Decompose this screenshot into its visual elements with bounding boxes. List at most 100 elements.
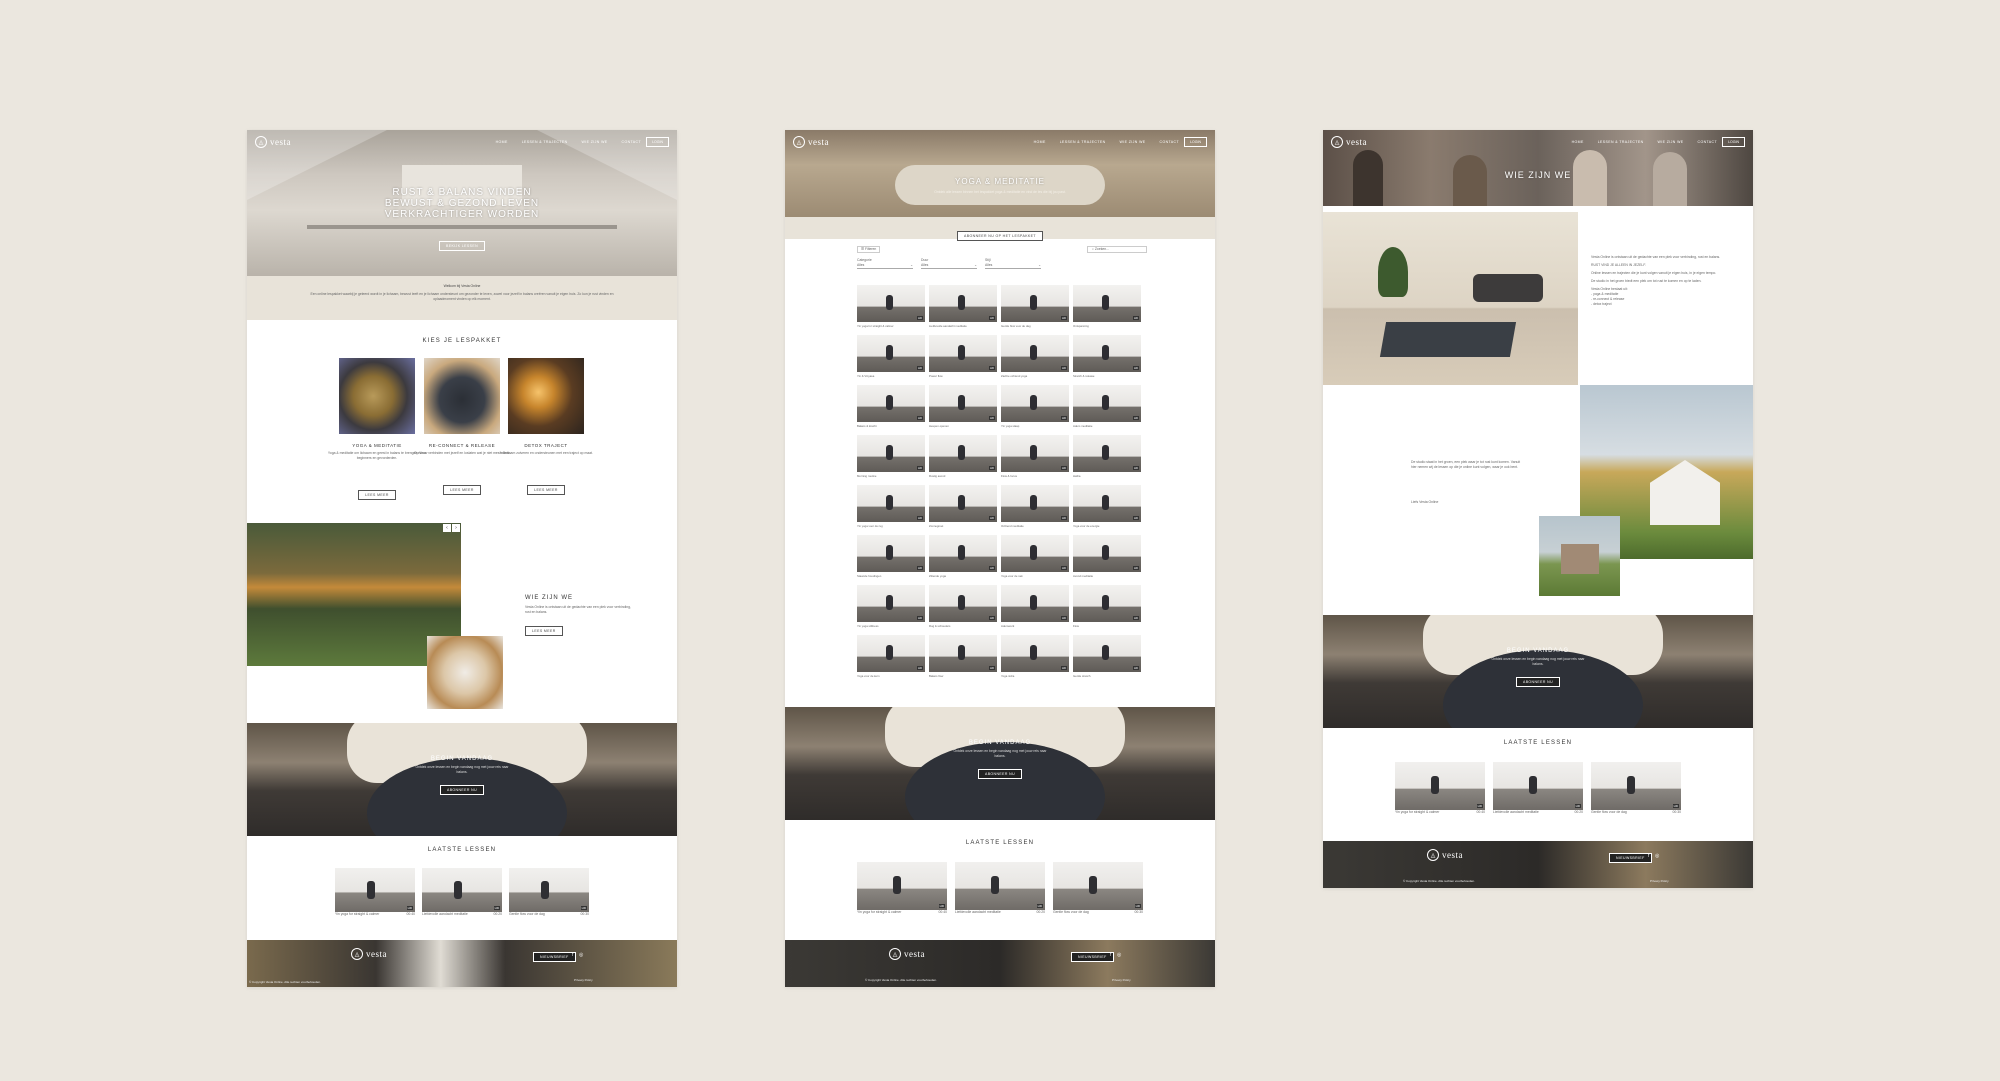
grid-lesson-thumb[interactable]: HD bbox=[1001, 335, 1069, 372]
lesson-card[interactable]: HD Liefdevolle aandacht meditatie 00:20 bbox=[422, 868, 502, 917]
grid-lesson-thumb[interactable]: HD bbox=[929, 535, 997, 572]
login-button[interactable]: LOGIN bbox=[1722, 137, 1745, 147]
lesson-card[interactable]: HD Gentle flow voor de dag 00:30 bbox=[509, 868, 589, 917]
privacy-link[interactable]: Privacy Policy bbox=[1112, 978, 1131, 982]
grid-lesson-thumb[interactable]: HD bbox=[857, 435, 925, 472]
grid-lesson-thumb[interactable]: HD bbox=[1073, 385, 1141, 422]
grid-lesson-thumb[interactable]: HD bbox=[1001, 385, 1069, 422]
package-image-yoga[interactable] bbox=[339, 358, 415, 434]
grid-lesson-thumb[interactable]: HD bbox=[857, 335, 925, 372]
instagram-icon[interactable]: ◎ bbox=[1117, 952, 1121, 958]
nav-contact[interactable]: CONTACT bbox=[1160, 140, 1179, 144]
facebook-icon[interactable]: f bbox=[572, 952, 573, 958]
lesson-card[interactable]: HD Yin yoga for straight & calmer 00:40 bbox=[335, 868, 415, 917]
newsletter-button[interactable]: NIEUWSBRIEF bbox=[1609, 853, 1652, 863]
style-select[interactable]: Alles ⌄ bbox=[985, 263, 1041, 269]
grid-lesson-thumb[interactable]: HD bbox=[1073, 585, 1141, 622]
lesson-card[interactable]: HD Yin yoga for straight & calmer 00:40 bbox=[1395, 762, 1485, 815]
facebook-icon[interactable]: f bbox=[1648, 853, 1649, 859]
package-button[interactable]: LEES MEER bbox=[443, 485, 481, 495]
nav-home[interactable]: HOME bbox=[496, 140, 508, 144]
lesson-card[interactable]: HD Yin yoga for straight & calmer 00:40 bbox=[857, 862, 947, 915]
nav-contact[interactable]: CONTACT bbox=[1698, 140, 1717, 144]
lesson-card[interactable]: HD Gentle flow voor de dag 00:30 bbox=[1591, 762, 1681, 815]
hd-badge: HD bbox=[1060, 316, 1067, 320]
lesson-card[interactable]: HD Gentle flow voor de dag 00:30 bbox=[1053, 862, 1143, 915]
package-button[interactable]: LEES MEER bbox=[358, 490, 396, 500]
nav-contact[interactable]: CONTACT bbox=[622, 140, 641, 144]
grid-lesson-thumb[interactable]: HD bbox=[1073, 635, 1141, 672]
logo[interactable]: ◬ vesta bbox=[793, 136, 829, 148]
privacy-link[interactable]: Privacy Policy bbox=[1650, 879, 1669, 883]
nav-lessen[interactable]: LESSEN & TRAJECTEN bbox=[522, 140, 568, 144]
cta-button[interactable]: ABONNEER NU bbox=[439, 785, 485, 795]
grid-lesson-thumb[interactable]: HD bbox=[929, 485, 997, 522]
grid-lesson-thumb[interactable]: HD bbox=[857, 585, 925, 622]
grid-lesson-thumb[interactable]: HD bbox=[1073, 335, 1141, 372]
grid-lesson-thumb[interactable]: HD bbox=[1001, 485, 1069, 522]
privacy-link[interactable]: Privacy Policy bbox=[574, 978, 593, 982]
cta-button[interactable]: ABONNEER NU bbox=[977, 769, 1023, 779]
arrow-left-icon[interactable]: ‹ bbox=[443, 524, 451, 532]
grid-lesson-thumb[interactable]: HD bbox=[1073, 435, 1141, 472]
login-button[interactable]: LOGIN bbox=[1184, 137, 1207, 147]
login-button[interactable]: LOGIN bbox=[646, 137, 669, 147]
grid-lesson-thumb[interactable]: HD bbox=[1073, 535, 1141, 572]
grid-lesson-thumb[interactable]: HD bbox=[1001, 535, 1069, 572]
cta-button[interactable]: ABONNEER NU bbox=[1515, 677, 1561, 687]
filter-toggle[interactable]: ☰ Filteren bbox=[857, 245, 881, 253]
instagram-icon[interactable]: ◎ bbox=[1655, 853, 1659, 859]
nav-lessen[interactable]: LESSEN & TRAJECTEN bbox=[1598, 140, 1644, 144]
nav-wie-zijn-we[interactable]: WIE ZIJN WE bbox=[582, 140, 608, 144]
subscribe-package-button[interactable]: ABONNEER NU OP HET LESPAKKET bbox=[957, 231, 1043, 241]
footer-logo[interactable]: ◬ vesta bbox=[1427, 849, 1463, 861]
nav-wie-zijn-we[interactable]: WIE ZIJN WE bbox=[1658, 140, 1684, 144]
package-button[interactable]: LEES MEER bbox=[527, 485, 565, 495]
grid-lesson-thumb[interactable]: HD bbox=[929, 335, 997, 372]
grid-lesson-thumb[interactable]: HD bbox=[929, 585, 997, 622]
nav-lessen[interactable]: LESSEN & TRAJECTEN bbox=[1060, 140, 1106, 144]
grid-lesson-thumb[interactable]: HD bbox=[1073, 285, 1141, 322]
grid-lesson-thumb[interactable]: HD bbox=[1001, 635, 1069, 672]
logo[interactable]: ◬ vesta bbox=[1331, 136, 1367, 148]
nav-home[interactable]: HOME bbox=[1034, 140, 1046, 144]
hero-button[interactable]: BEKIJK LESSEN bbox=[438, 241, 486, 251]
grid-lesson-thumb[interactable]: HD bbox=[857, 535, 925, 572]
footer-logo[interactable]: ◬ vesta bbox=[351, 948, 387, 960]
search-input[interactable]: ⌕ Zoeken... bbox=[1087, 245, 1147, 253]
lesson-duration: 00:40 bbox=[406, 912, 416, 916]
package-image-detox[interactable] bbox=[508, 358, 584, 434]
grid-lesson-thumb[interactable]: HD bbox=[857, 485, 925, 522]
grid-lesson-thumb[interactable]: HD bbox=[1001, 285, 1069, 322]
footer-logo[interactable]: ◬ vesta bbox=[889, 948, 925, 960]
grid-lesson-thumb[interactable]: HD bbox=[929, 285, 997, 322]
grid-lesson-thumb[interactable]: HD bbox=[857, 635, 925, 672]
newsletter-button[interactable]: NIEUWSBRIEF bbox=[533, 952, 576, 962]
facebook-icon[interactable]: f bbox=[1110, 952, 1111, 958]
grid-lesson-thumb[interactable]: HD bbox=[1073, 485, 1141, 522]
grid-lesson-thumb[interactable]: HD bbox=[1001, 585, 1069, 622]
lesson-card[interactable]: HD Liefdevolle aandacht meditatie 00:20 bbox=[1493, 762, 1583, 815]
who-button[interactable]: LEES MEER bbox=[525, 626, 563, 636]
nav-wie-zijn-we[interactable]: WIE ZIJN WE bbox=[1120, 140, 1146, 144]
grid-lesson-thumb[interactable]: HD bbox=[1001, 435, 1069, 472]
instructor-figure bbox=[1029, 495, 1037, 511]
grid-lesson-thumb[interactable]: HD bbox=[857, 285, 925, 322]
grid-lesson-thumb[interactable]: HD bbox=[857, 385, 925, 422]
logo[interactable]: ◬ vesta bbox=[255, 136, 291, 148]
instagram-icon[interactable]: ◎ bbox=[579, 952, 583, 958]
grid-lesson-thumb[interactable]: HD bbox=[929, 385, 997, 422]
duration-select[interactable]: Alles ⌄ bbox=[921, 263, 977, 269]
package-image-reconnect[interactable] bbox=[424, 358, 500, 434]
grid-lesson-title: Yin yoga slaap bbox=[1001, 424, 1020, 428]
nav-home[interactable]: HOME bbox=[1572, 140, 1584, 144]
category-select[interactable]: Alles ⌄ bbox=[857, 263, 913, 269]
select-value: Alles bbox=[985, 263, 993, 267]
story-paragraph: De studio staat in het groen, een plek w… bbox=[1411, 460, 1521, 469]
lesson-card[interactable]: HD Liefdevolle aandacht meditatie 00:20 bbox=[955, 862, 1045, 915]
arrow-right-icon[interactable]: › bbox=[452, 524, 460, 532]
grid-lesson-thumb[interactable]: HD bbox=[929, 435, 997, 472]
grid-lesson-thumb[interactable]: HD bbox=[929, 635, 997, 672]
newsletter-button[interactable]: NIEUWSBRIEF bbox=[1071, 952, 1114, 962]
hd-badge: HD bbox=[988, 516, 995, 520]
